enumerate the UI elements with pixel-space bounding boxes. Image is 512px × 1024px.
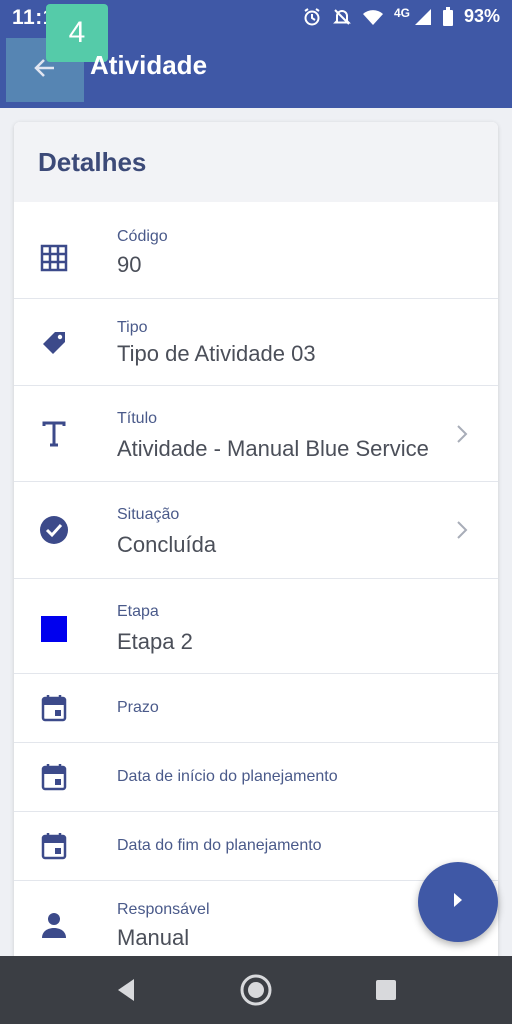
nav-recents-button[interactable] bbox=[369, 973, 403, 1007]
text-icon bbox=[38, 418, 70, 450]
next-fab-button[interactable] bbox=[418, 862, 498, 942]
row-titulo[interactable]: Título Atividade - Manual Blue Service bbox=[14, 386, 498, 482]
row-label: Tipo bbox=[117, 319, 148, 336]
row-label: Título bbox=[117, 410, 158, 427]
row-prazo[interactable]: Prazo bbox=[14, 674, 498, 743]
calendar-icon bbox=[38, 692, 70, 724]
row-value: Tipo de Atividade 03 bbox=[117, 341, 316, 366]
row-value: 90 bbox=[117, 252, 142, 277]
alarm-icon bbox=[302, 7, 322, 27]
row-value: Concluída bbox=[117, 532, 217, 557]
calendar-icon bbox=[38, 830, 70, 862]
row-value: Manual bbox=[117, 925, 190, 950]
row-label: Situação bbox=[117, 506, 180, 523]
wifi-icon bbox=[362, 8, 384, 26]
stage-color-icon bbox=[38, 613, 70, 645]
row-data-fim[interactable]: Data do fim do planejamento bbox=[14, 812, 498, 881]
details-card: Detalhes Código 90 Tipo Tipo de Atividad… bbox=[14, 122, 498, 962]
nav-home-button[interactable] bbox=[239, 973, 273, 1007]
system-nav-bar bbox=[0, 956, 512, 1024]
row-data-inicio[interactable]: Data de início do planejamento bbox=[14, 743, 498, 812]
stage-color-swatch bbox=[41, 616, 67, 642]
grid-icon bbox=[38, 242, 70, 274]
person-icon bbox=[38, 909, 70, 941]
row-label: Responsável bbox=[117, 901, 210, 918]
row-label: Prazo bbox=[117, 699, 159, 716]
tag-icon bbox=[38, 327, 70, 359]
status-icons: 4G 93% bbox=[302, 6, 500, 27]
row-codigo: Código 90 bbox=[14, 202, 498, 299]
row-value: Atividade - Manual Blue Service bbox=[117, 436, 429, 461]
row-label: Data de início do planejamento bbox=[117, 768, 338, 785]
play-arrow-icon bbox=[451, 891, 465, 914]
nav-back-button[interactable] bbox=[109, 973, 143, 1007]
row-value: Etapa 2 bbox=[117, 629, 193, 654]
page-title: Atividade bbox=[90, 50, 208, 80]
row-etapa: Etapa Etapa 2 bbox=[14, 579, 498, 674]
network-type: 4G bbox=[393, 5, 410, 20]
app-header: 11:1 4G 93% 4 Atividade bbox=[0, 0, 512, 108]
chevron-right-icon bbox=[454, 422, 470, 446]
battery-icon bbox=[442, 6, 454, 27]
row-label: Data do fim do planejamento bbox=[117, 837, 322, 854]
calendar-icon bbox=[38, 761, 70, 793]
row-label: Código bbox=[117, 228, 168, 245]
battery-percent: 93% bbox=[463, 6, 500, 26]
row-situacao[interactable]: Situação Concluída bbox=[14, 482, 498, 579]
notifications-off-icon bbox=[332, 7, 352, 27]
row-tipo: Tipo Tipo de Atividade 03 bbox=[14, 299, 498, 386]
check-circle-icon bbox=[38, 514, 70, 546]
row-label: Etapa bbox=[117, 603, 159, 620]
chevron-right-icon bbox=[454, 518, 470, 542]
card-title: Detalhes bbox=[14, 122, 498, 202]
signal-icon bbox=[414, 8, 432, 26]
